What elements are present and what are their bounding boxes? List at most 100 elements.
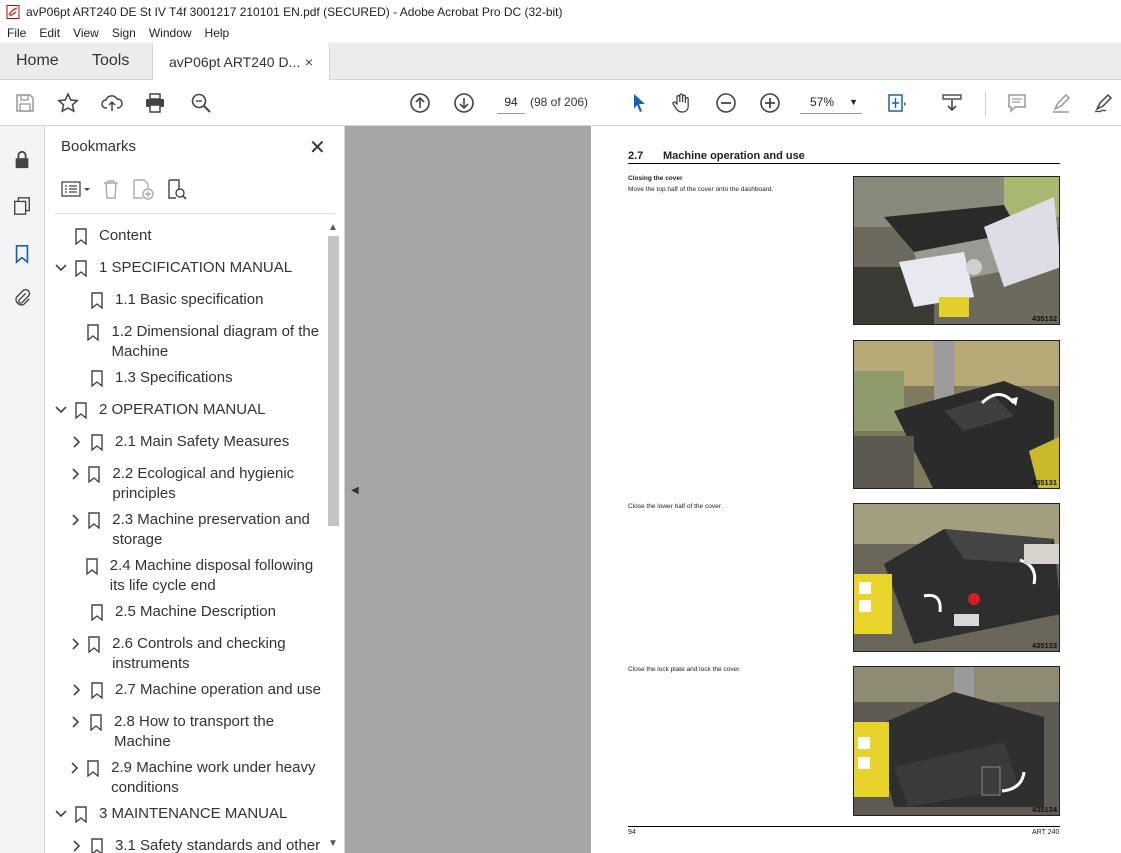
bookmark-item[interactable]: 2.1 Main Safety Measures	[69, 432, 321, 452]
upload-icon[interactable]	[100, 91, 124, 115]
hand-icon[interactable]	[670, 91, 694, 115]
chevron-down-icon[interactable]	[53, 804, 69, 824]
sign-icon[interactable]	[1092, 91, 1116, 115]
zoom-out-icon[interactable]	[714, 91, 738, 115]
bookmark-icon	[88, 464, 102, 484]
chevron-right-icon[interactable]	[69, 634, 82, 654]
zoom-in-icon[interactable]	[758, 91, 782, 115]
bookmark-item[interactable]: 2.9 Machine work under heavy conditions	[69, 758, 321, 798]
bookmark-icon[interactable]	[10, 242, 34, 266]
menu-file[interactable]: File	[0, 26, 32, 40]
print-icon[interactable]	[143, 91, 167, 115]
tab-tools[interactable]: Tools	[76, 43, 152, 79]
menu-window[interactable]: Window	[142, 26, 198, 40]
bookmark-icon	[86, 556, 100, 576]
toolbar-separator	[985, 92, 986, 116]
bookmark-label: Content	[99, 227, 152, 244]
panel-scrollbar[interactable]: ▲ ▼	[325, 220, 341, 853]
bookmark-item[interactable]: Content	[53, 226, 321, 246]
bookmark-icon	[75, 258, 89, 278]
bookmark-item[interactable]: 2 OPERATION MANUAL	[53, 400, 321, 420]
bookmark-label: 2.5 Machine Description	[115, 603, 276, 620]
bookmark-icon	[75, 400, 89, 420]
chevron-right-icon[interactable]	[69, 464, 82, 484]
bookmark-label: 2.3 Machine preservation and storage	[112, 511, 310, 548]
scroll-up-icon[interactable]: ▲	[328, 222, 338, 233]
chevron-right-icon[interactable]	[69, 758, 81, 778]
save-icon[interactable]	[13, 91, 37, 115]
bookmark-label: 2.6 Controls and checking instruments	[112, 635, 286, 672]
bookmark-icon	[88, 634, 102, 654]
footer-model: ART 240	[1032, 829, 1060, 836]
photo-code: 435133	[1031, 641, 1057, 650]
pages-icon[interactable]	[10, 194, 34, 218]
panel-divider	[55, 213, 335, 214]
menu-help[interactable]: Help	[198, 26, 236, 40]
find-bookmark-icon[interactable]	[165, 178, 187, 200]
close-icon[interactable]: ✕	[309, 135, 326, 160]
scroll-mode-icon[interactable]	[940, 91, 964, 115]
collapse-panel-icon[interactable]: ◀	[351, 485, 359, 496]
page-up-icon[interactable]	[408, 91, 432, 115]
menu-sign[interactable]: Sign	[105, 26, 142, 40]
bookmark-item[interactable]: 2.8 How to transport the Machine	[69, 712, 321, 752]
zoom-search-icon[interactable]	[189, 91, 213, 115]
scroll-down-icon[interactable]: ▼	[328, 838, 338, 849]
new-bookmark-icon[interactable]	[131, 178, 155, 200]
bookmark-label: 1.3 Specifications	[115, 369, 233, 386]
section-number: 2.7	[628, 150, 644, 162]
options-menu-icon[interactable]	[61, 179, 91, 199]
chevron-down-icon[interactable]	[53, 258, 69, 278]
chevron-right-icon[interactable]	[69, 510, 82, 530]
bookmark-item[interactable]: 2.7 Machine operation and use	[69, 680, 321, 700]
bookmark-item[interactable]: 3 MAINTENANCE MANUAL	[53, 804, 321, 824]
bookmark-item[interactable]: 1.3 Specifications	[69, 368, 321, 388]
photo-cover-top: 435132	[853, 176, 1060, 325]
star-icon[interactable]	[56, 91, 80, 115]
bookmark-item[interactable]: 2.4 Machine disposal following its life …	[69, 556, 321, 596]
menu-view[interactable]: View	[66, 26, 105, 40]
highlight-icon[interactable]	[1049, 91, 1073, 115]
bookmark-icon	[91, 680, 105, 700]
chevron-right-icon[interactable]	[69, 836, 85, 853]
select-cursor-icon[interactable]	[627, 91, 651, 115]
page-count-label: (98 of 206)	[530, 95, 589, 109]
page-down-icon[interactable]	[452, 91, 476, 115]
chevron-down-icon[interactable]	[53, 400, 69, 420]
photo-cover-top-image	[854, 177, 1059, 324]
zoom-select[interactable]: 57% ▼	[800, 90, 862, 114]
bookmark-item[interactable]: 2.6 Controls and checking instruments	[69, 634, 321, 674]
chevron-down-icon: ▼	[849, 96, 858, 107]
comment-icon[interactable]	[1005, 91, 1029, 115]
bookmark-label: 2.9 Machine work under heavy conditions	[111, 759, 316, 796]
photo-cover-closed-image	[854, 341, 1059, 488]
bookmark-item[interactable]: 2.5 Machine Description	[69, 602, 321, 622]
chevron-right-icon[interactable]	[69, 432, 85, 452]
delete-bookmark-icon[interactable]	[101, 178, 121, 200]
bookmark-item[interactable]: 2.3 Machine preservation and storage	[69, 510, 321, 550]
scroll-thumb[interactable]	[328, 236, 339, 526]
step1-heading: Closing the cover	[628, 175, 683, 182]
lock-icon[interactable]	[10, 148, 34, 172]
bookmark-item[interactable]: 1.1 Basic specification	[69, 290, 321, 310]
bookmark-icon	[90, 712, 104, 732]
bookmark-item[interactable]: 3.1 Safety standards and other	[69, 836, 321, 853]
fit-page-icon[interactable]	[885, 91, 909, 115]
title-bar: avP06pt ART240 DE St IV T4f 3001217 2101…	[0, 0, 1121, 23]
page-number-input[interactable]: 94	[497, 90, 525, 114]
bookmark-item[interactable]: 1.2 Dimensional diagram of the Machine	[69, 322, 321, 362]
chevron-right-icon[interactable]	[69, 680, 85, 700]
bookmark-icon	[91, 836, 105, 853]
chevron-right-icon[interactable]	[69, 712, 84, 732]
attachment-icon[interactable]	[10, 286, 34, 310]
photo-lower-cover: 435133	[853, 503, 1060, 652]
tab-home[interactable]: Home	[0, 43, 76, 79]
bookmark-item[interactable]: 1 SPECIFICATION MANUAL	[53, 258, 321, 278]
tab-close-icon[interactable]: ×	[305, 54, 313, 70]
tab-document[interactable]: avP06pt ART240 D... ×	[152, 43, 330, 80]
bookmark-item[interactable]: 2.2 Ecological and hygienic principles	[69, 464, 321, 504]
menu-edit[interactable]: Edit	[32, 26, 66, 40]
